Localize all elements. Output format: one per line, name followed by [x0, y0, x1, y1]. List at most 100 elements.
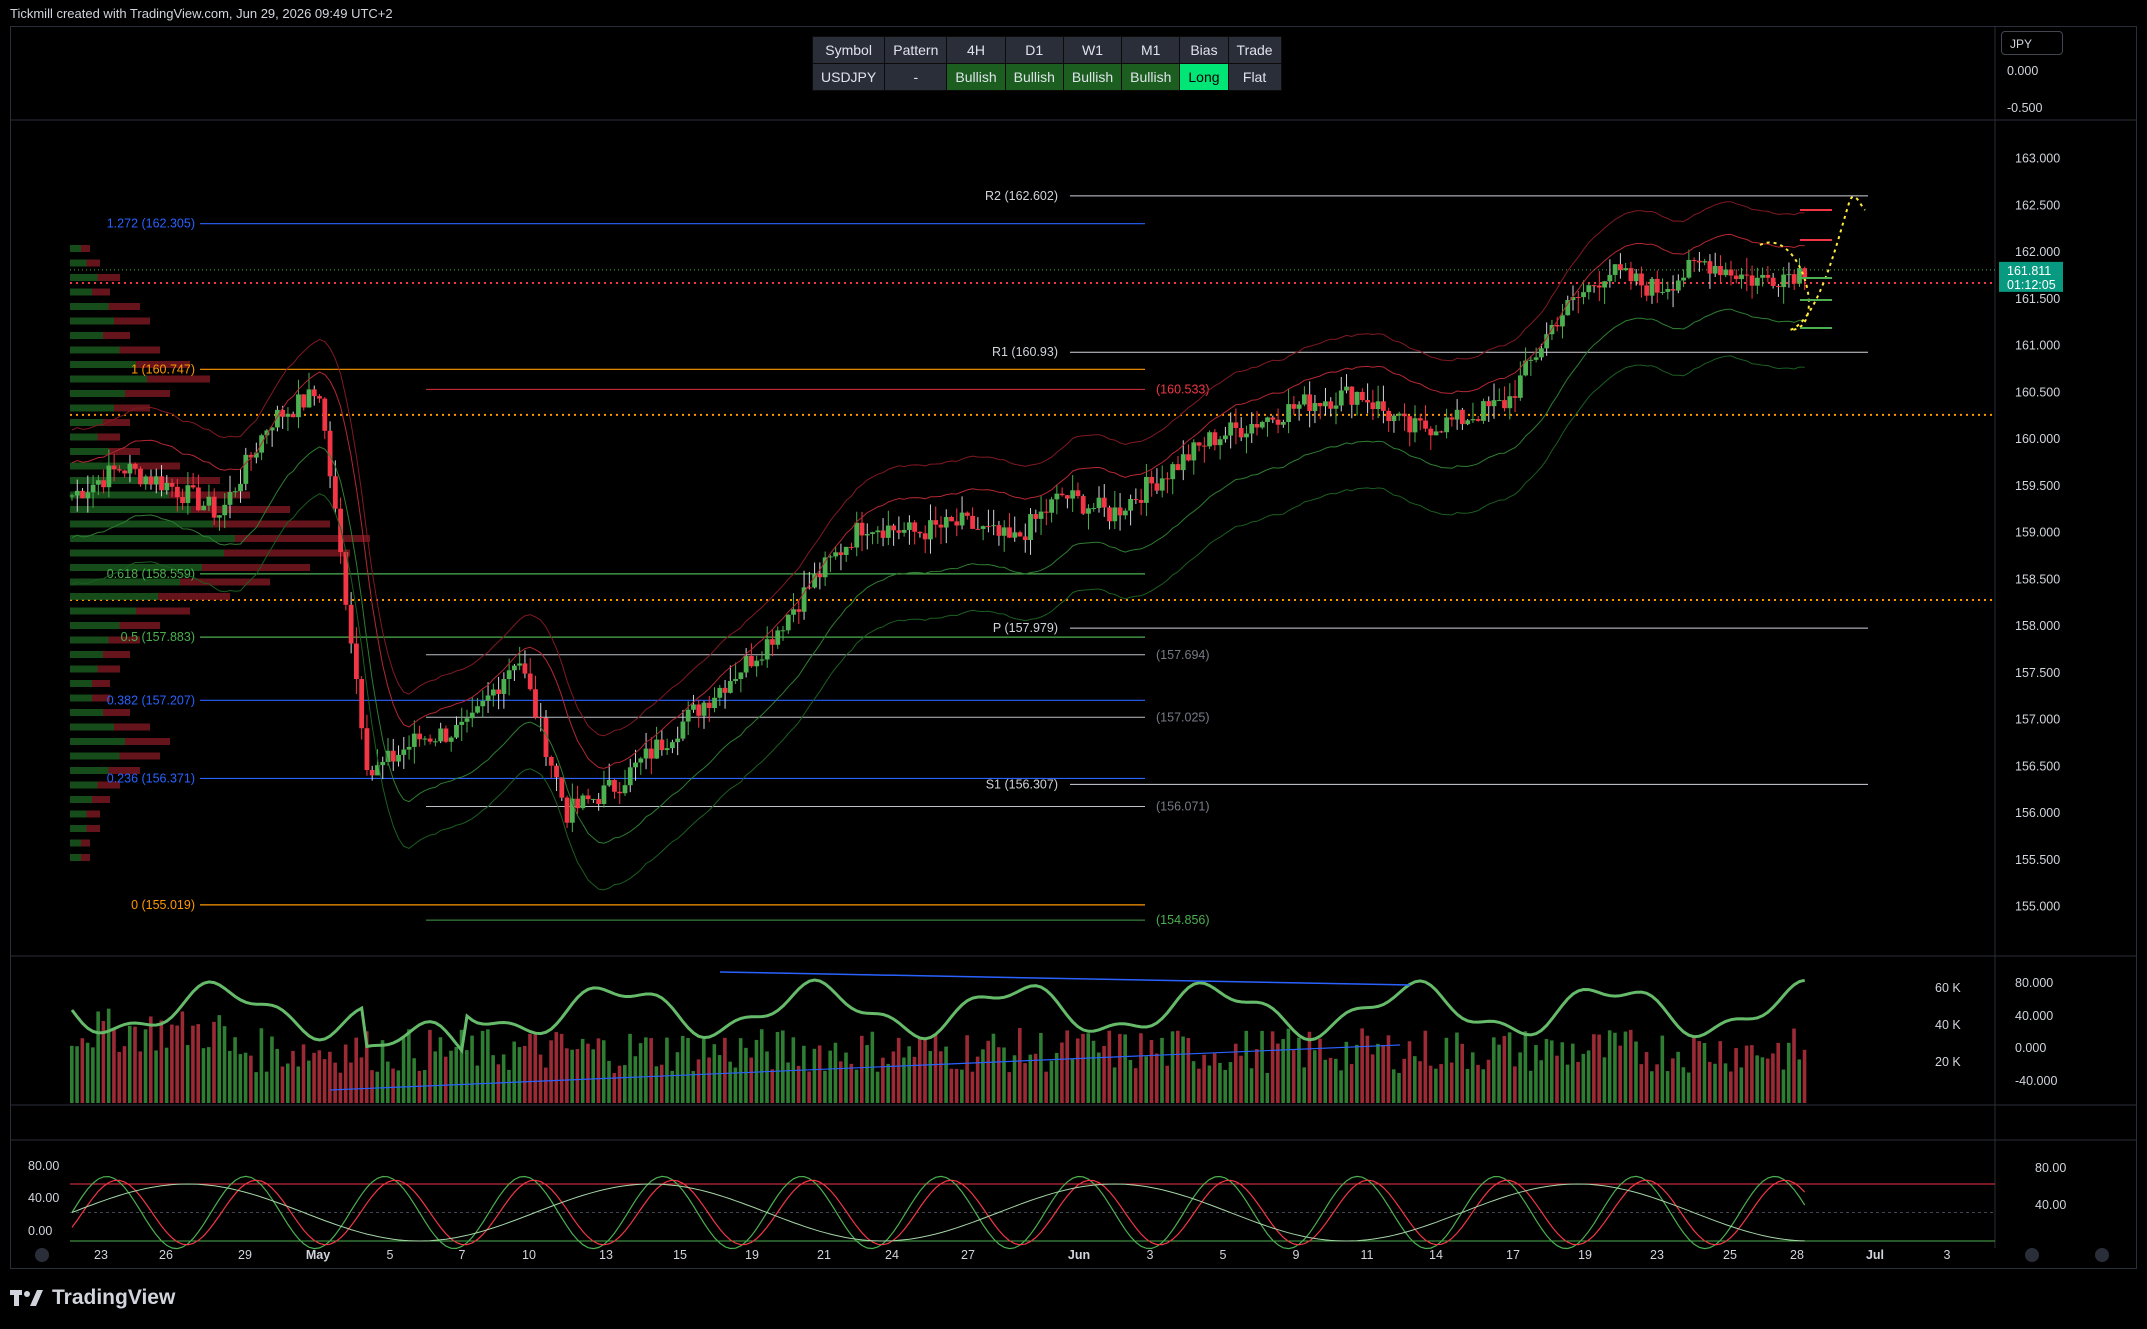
candle-body	[1228, 422, 1234, 436]
candle-body	[1070, 490, 1076, 499]
candle-body	[791, 609, 796, 615]
candle-body	[411, 733, 417, 747]
candle-body	[1122, 510, 1128, 516]
volume-bar	[702, 1038, 706, 1103]
volume-profile-bar	[70, 680, 92, 687]
range-level-label: (160.533)	[1156, 382, 1210, 396]
time-axis-tick: Jul	[1866, 1248, 1884, 1262]
candle-body	[996, 525, 1002, 536]
volume-bar	[270, 1036, 274, 1103]
candle-body	[438, 728, 444, 742]
signal-header-d1: D1	[1004, 36, 1064, 64]
volume-bar	[106, 1008, 111, 1103]
volume-profile-bar	[70, 288, 92, 296]
candle-body	[1186, 454, 1191, 461]
tradingview-brand[interactable]: TradingView	[10, 1286, 175, 1310]
volume-bar	[228, 1050, 232, 1103]
candle-body	[132, 463, 138, 469]
volume-bar	[1054, 1052, 1059, 1103]
volume-bar	[1133, 1068, 1138, 1103]
volume-bar	[691, 1071, 696, 1103]
volume-profile-bar	[119, 752, 160, 760]
volume-bar	[1276, 1043, 1280, 1103]
candle-body	[785, 614, 791, 631]
candle-body	[1433, 431, 1439, 436]
price-axis-tick: 156.500	[2015, 759, 2060, 773]
candle-body	[1344, 386, 1349, 391]
volume-bar	[1655, 1064, 1659, 1103]
candle-body	[580, 795, 586, 809]
candle-body	[153, 476, 159, 485]
volume-bar	[1786, 1042, 1791, 1103]
volume-bar	[407, 1029, 411, 1103]
candle-body	[1670, 289, 1676, 291]
volume-profile-bar	[235, 535, 370, 542]
volume-bar	[1744, 1045, 1749, 1103]
price-axis-tick: 158.500	[2015, 572, 2060, 586]
candle-body	[922, 533, 928, 540]
volume-bar	[1107, 1030, 1112, 1103]
volume-bar	[170, 1024, 174, 1103]
volume-bar	[1181, 1036, 1185, 1103]
volume-bar	[812, 1048, 817, 1103]
candle-body	[1702, 261, 1708, 263]
volume-bar	[1160, 1037, 1164, 1103]
candle-body	[1091, 507, 1097, 509]
currency-badge[interactable]: JPY	[2001, 31, 2063, 55]
volume-bar	[1391, 1069, 1396, 1103]
candle-body	[443, 728, 449, 742]
candle-body	[1623, 268, 1629, 271]
candle-body	[1075, 490, 1081, 497]
candle-body	[1280, 421, 1286, 425]
candle-body	[85, 492, 91, 499]
oscillator-axis-tick: -40.000	[2015, 1074, 2057, 1088]
volume-bar	[649, 1038, 653, 1103]
volume-bar	[1334, 1058, 1338, 1103]
volume-bar	[680, 1035, 685, 1103]
volume-bar	[975, 1056, 980, 1103]
candle-body	[1607, 274, 1613, 282]
volume-bar	[1497, 1044, 1501, 1103]
candle-body	[1180, 454, 1186, 471]
time-axis-tick: 13	[599, 1248, 613, 1262]
volume-bar	[1739, 1067, 1744, 1103]
volume-bar	[1349, 1064, 1354, 1103]
candle-body	[390, 750, 396, 762]
time-axis-tick: 21	[817, 1248, 831, 1262]
volume-profile-bar	[70, 361, 136, 368]
volume-bar	[917, 1038, 922, 1103]
volume-bar	[1650, 1071, 1654, 1103]
chart-canvas[interactable]: R2 (162.602) R1 (160.93) P (157.979) S1 (15…	[0, 0, 2147, 1329]
candle-body	[1270, 417, 1276, 420]
volume-profile-bar	[103, 709, 130, 716]
candle-body	[1496, 400, 1502, 402]
volume-bar	[491, 1055, 495, 1103]
candle-body	[380, 761, 386, 766]
candle-body	[122, 470, 128, 474]
candle-body	[606, 780, 612, 786]
volume-bar	[580, 1038, 585, 1103]
candle-body	[1781, 274, 1787, 288]
candle-body	[575, 798, 580, 809]
candle-body	[1191, 442, 1197, 461]
candle-body	[290, 413, 296, 418]
candle-body	[1596, 285, 1602, 288]
volume-bar	[259, 1028, 264, 1103]
volume-bar	[1118, 1033, 1122, 1103]
volume-bar	[1344, 1041, 1349, 1103]
time-axis-tick: 23	[1650, 1248, 1664, 1262]
volume-profile-bar	[97, 665, 120, 673]
volume-bar	[1049, 1060, 1054, 1103]
candle-body	[1154, 483, 1160, 491]
volume-bar	[1449, 1062, 1454, 1103]
candle-body	[733, 679, 738, 682]
candle-body	[196, 487, 201, 511]
candle-body	[469, 712, 475, 719]
volume-profile-bar	[70, 738, 125, 745]
candle-body	[706, 702, 712, 709]
price-axis-tick: 162.500	[2015, 198, 2060, 212]
candle-body	[980, 526, 986, 529]
volume-bar	[159, 1020, 164, 1103]
candle-body	[1033, 514, 1039, 519]
candle-body	[1412, 418, 1418, 433]
